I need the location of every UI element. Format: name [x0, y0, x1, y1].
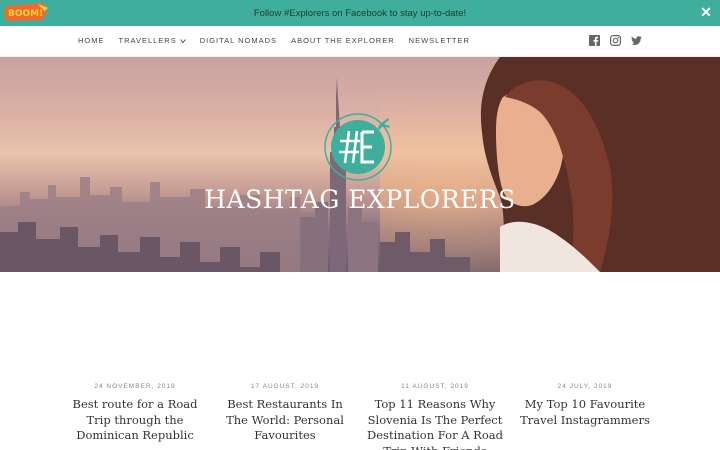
post-date: 24 JULY, 2019 [557, 383, 613, 390]
hero-banner: HASHTAG EXPLORERS [0, 57, 720, 272]
nav-item-home[interactable]: HOME [78, 36, 105, 45]
nav-item-label: DIGITAL NOMADS [199, 36, 278, 45]
nav-item-label: HOME [78, 36, 105, 45]
nav-menu: HOME TRAVELLERS DIGITAL NOMADS ABOUT THE… [78, 36, 484, 45]
notification-message[interactable]: Follow #Explorers on Facebook to stay up… [254, 8, 466, 19]
nav-item-about[interactable]: ABOUT THE EXPLORER [291, 36, 395, 45]
nav-item-digital-nomads[interactable]: DIGITAL NOMADS [200, 36, 277, 45]
social-links [589, 35, 642, 46]
post-date: 11 AUGUST, 2019 [401, 383, 469, 390]
hashtag-e-airplane-logo [324, 113, 392, 181]
hero-title: HASHTAG EXPLORERS [204, 185, 516, 214]
post-title-link[interactable]: Top 11 Reasons Why Slovenia Is The Perfe… [366, 397, 504, 450]
nav-item-label: NEWSLETTER [408, 36, 470, 45]
latest-posts: 24 NOVEMBER, 2019 Best route for a Road … [60, 272, 660, 450]
instagram-icon[interactable] [610, 35, 621, 46]
nav-item-newsletter[interactable]: NEWSLETTER [409, 36, 470, 45]
boom-badge-text: BOOM! [8, 9, 43, 19]
post-date: 24 NOVEMBER, 2019 [94, 383, 176, 390]
post-title-link[interactable]: Best Restaurants In The World: Personal … [216, 397, 354, 444]
post-title-link[interactable]: My Top 10 Favourite Travel Instagrammers [516, 397, 654, 428]
nav-item-travellers[interactable]: TRAVELLERS [119, 36, 186, 45]
boom-badge-icon: BOOM! [4, 3, 48, 21]
main-navigation: HOME TRAVELLERS DIGITAL NOMADS ABOUT THE… [0, 26, 720, 57]
facebook-icon[interactable] [589, 35, 600, 46]
twitter-icon[interactable] [631, 35, 642, 46]
nav-item-label: TRAVELLERS [118, 36, 177, 45]
notification-bar: BOOM! Follow #Explorers on Facebook to s… [0, 0, 720, 26]
post-title-link[interactable]: Best route for a Road Trip through the D… [66, 397, 204, 444]
post-date: 17 AUGUST, 2019 [250, 383, 320, 390]
close-icon[interactable]: ✕ [698, 4, 714, 20]
chevron-down-icon [179, 38, 186, 43]
nav-item-label: ABOUT THE EXPLORER [291, 36, 395, 45]
